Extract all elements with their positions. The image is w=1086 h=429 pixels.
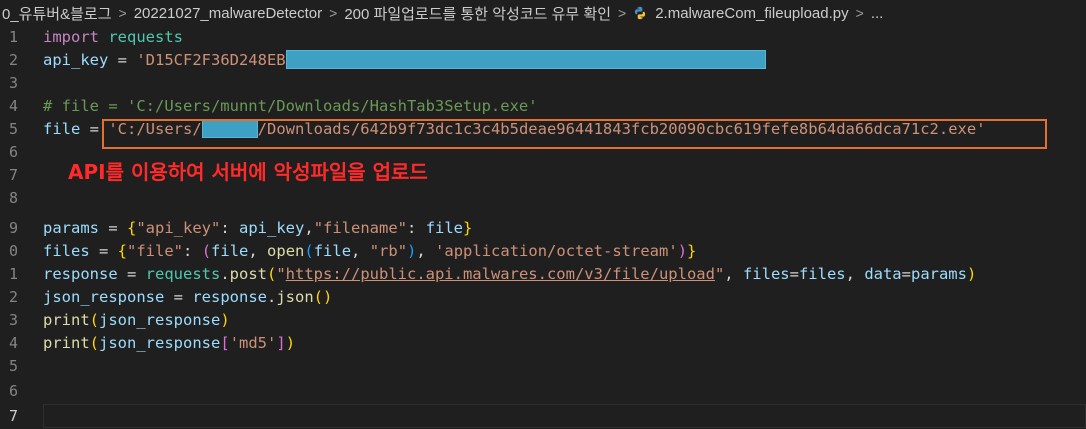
breadcrumb-item-folder-3[interactable]: 200 파일업로드를 통한 악성코드 유무 확인	[342, 3, 613, 24]
breadcrumb-item-symbols[interactable]: ...	[869, 5, 886, 22]
code-line: 4 # file = 'C:/Users/munnt/Downloads/Has…	[0, 95, 1086, 118]
code-line: 3 print(json_response)	[0, 309, 1086, 332]
code-line: 3	[0, 72, 1086, 95]
code-text[interactable]: params = {"api_key": api_key,"filename":…	[43, 217, 472, 240]
chevron-right-icon: >	[618, 5, 627, 21]
line-number: 3	[8, 74, 18, 92]
python-file-icon	[635, 6, 646, 20]
code-line: 1 import requests	[0, 26, 1086, 49]
breadcrumb-item-folder-2[interactable]: 20221027_malwareDetector	[132, 5, 324, 22]
code-line: 2 api_key = 'D15CF2F36D248EB	[0, 49, 1086, 72]
line-number: 7	[8, 166, 18, 184]
current-line-highlight	[43, 404, 1086, 428]
code-line: 6	[0, 380, 1086, 403]
chevron-right-icon: >	[118, 5, 127, 21]
code-line: 5	[0, 355, 1086, 378]
line-number: 2	[8, 288, 18, 306]
code-text[interactable]: files = {"file": (file, open(file, "rb")…	[43, 240, 696, 263]
line-number: 3	[8, 311, 18, 329]
code-comment[interactable]: # file = 'C:/Users/munnt/Downloads/HashT…	[43, 95, 538, 118]
code-editor[interactable]: 1 import requests 2 api_key = 'D15CF2F36…	[0, 26, 1086, 429]
code-line: 9 params = {"api_key": api_key,"filename…	[0, 217, 1086, 240]
line-number: 5	[8, 120, 18, 138]
chevron-right-icon: >	[329, 5, 338, 21]
line-number: 6	[8, 382, 18, 400]
code-line: 4 print(json_response['md5'])	[0, 332, 1086, 355]
code-line: 2 json_response = response.json()	[0, 286, 1086, 309]
line-number: 4	[8, 334, 18, 352]
line-number: 2	[8, 51, 18, 69]
line-number: 6	[8, 143, 18, 161]
line-number: 0	[8, 242, 18, 260]
code-text[interactable]: response = requests.post("https://public…	[43, 263, 976, 286]
line-number: 9	[8, 219, 18, 237]
annotation-highlight-box	[102, 119, 1047, 149]
url-link[interactable]: https://public.api.malwares.com/v3/file/…	[286, 265, 715, 283]
breadcrumb-item-folder-1[interactable]: 0_유튜버&블로그	[0, 3, 114, 24]
code-line: 0 files = {"file": (file, open(file, "rb…	[0, 240, 1086, 263]
code-text[interactable]: json_response = response.json()	[43, 286, 332, 309]
line-number: 7	[8, 407, 18, 425]
chevron-right-icon: >	[855, 5, 864, 21]
line-number: 4	[8, 97, 18, 115]
code-text[interactable]: print(json_response)	[43, 309, 230, 332]
breadcrumb-item-file[interactable]: 2.malwareCom_fileupload.py	[653, 5, 850, 22]
code-line: 1 response = requests.post("https://publ…	[0, 263, 1086, 286]
line-number: 8	[8, 189, 18, 207]
line-number: 1	[8, 265, 18, 283]
line-number: 1	[8, 28, 18, 46]
code-text[interactable]: api_key = 'D15CF2F36D248EB	[43, 49, 766, 72]
annotation-text: API를 이용하여 서버에 악성파일을 업로드	[68, 160, 428, 184]
code-line: 8	[0, 187, 1086, 210]
line-number: 5	[8, 357, 18, 375]
redaction-block	[285, 50, 766, 69]
breadcrumb: 0_유튜버&블로그 > 20221027_malwareDetector > 2…	[0, 0, 1086, 26]
code-text[interactable]: import requests	[43, 26, 183, 49]
code-text[interactable]: print(json_response['md5'])	[43, 332, 295, 355]
